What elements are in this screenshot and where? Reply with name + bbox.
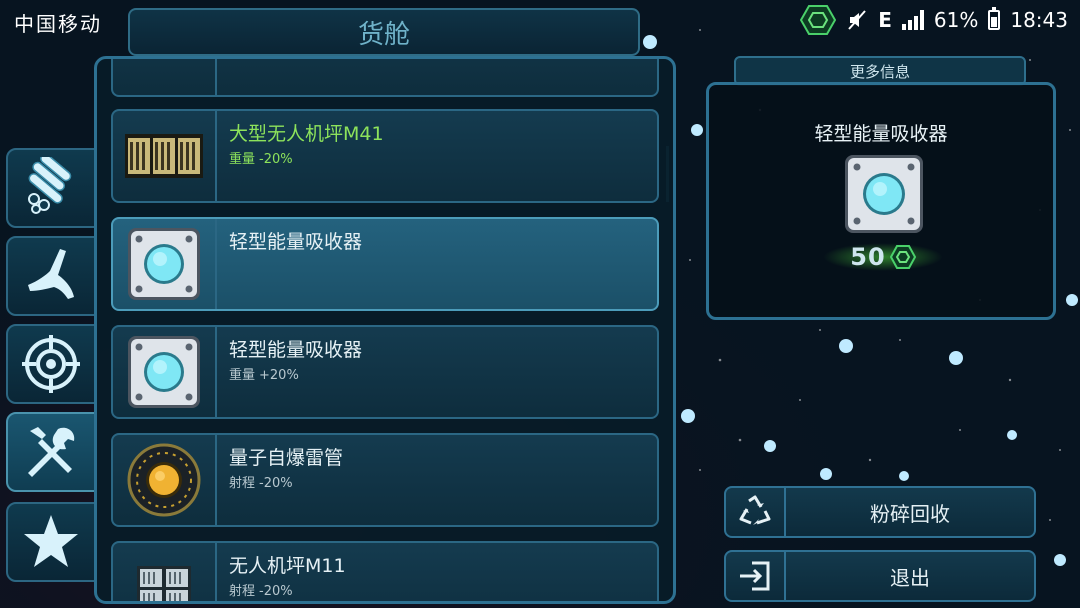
carrier-name: 中国移动 bbox=[14, 12, 102, 36]
crystal-hex-icon bbox=[800, 5, 837, 35]
item-stat: 重量 +20% bbox=[229, 368, 299, 383]
page-title: 货舱 bbox=[128, 8, 640, 56]
tab-favorites[interactable] bbox=[6, 502, 96, 582]
item-name: 无人机坪M11 bbox=[229, 555, 346, 577]
item-stat: 重量 -20% bbox=[229, 152, 293, 167]
drone-pad-icon bbox=[113, 543, 217, 601]
crystal-hex-icon bbox=[889, 245, 916, 269]
item-price: 50 bbox=[823, 237, 943, 277]
exit-label: 退出 bbox=[890, 565, 930, 590]
selected-item-name: 轻型能量吸收器 bbox=[814, 123, 948, 145]
network-type: E bbox=[878, 8, 892, 32]
inventory-item-partial[interactable] bbox=[111, 59, 659, 97]
item-name: 轻型能量吸收器 bbox=[229, 339, 363, 361]
price-value: 50 bbox=[850, 243, 886, 271]
quantum-detonator-icon bbox=[113, 435, 217, 525]
pipes-icon bbox=[28, 157, 72, 214]
item-name: 大型无人机坪M41 bbox=[229, 123, 384, 145]
exit-button[interactable]: 退出 bbox=[724, 550, 1036, 602]
signal-icon bbox=[901, 10, 924, 30]
tab-pipes[interactable] bbox=[6, 148, 96, 228]
battery-percent: 61% bbox=[933, 8, 979, 32]
claw-icon bbox=[28, 249, 74, 299]
item-icon bbox=[113, 59, 217, 95]
clock: 18:43 bbox=[1010, 8, 1068, 32]
energy-absorber-icon bbox=[845, 155, 923, 233]
item-name: 轻型能量吸收器 bbox=[229, 231, 363, 253]
tab-claw[interactable] bbox=[6, 236, 96, 316]
recycle-label: 粉碎回收 bbox=[870, 501, 950, 526]
inventory-item[interactable]: 轻型能量吸收器 重量 +20% bbox=[111, 325, 659, 419]
recycle-icon bbox=[726, 488, 786, 536]
energy-absorber-icon bbox=[113, 327, 217, 417]
inventory-panel: 大型无人机坪M41 重量 -20% 轻型能量吸收器 轻型能量吸收器 重量 +20… bbox=[94, 56, 676, 604]
inventory-item[interactable]: 大型无人机坪M41 重量 -20% bbox=[111, 109, 659, 203]
drone-pad-large-icon bbox=[113, 111, 217, 201]
item-stat: 射程 -20% bbox=[229, 476, 293, 491]
mute-icon bbox=[848, 10, 866, 30]
exit-icon bbox=[726, 552, 786, 600]
star-icon bbox=[24, 515, 78, 567]
tab-tools[interactable] bbox=[6, 412, 96, 492]
inventory-item[interactable]: 无人机坪M11 射程 -20% bbox=[111, 541, 659, 601]
item-name: 量子自爆雷管 bbox=[229, 447, 344, 469]
tools-icon bbox=[28, 427, 75, 477]
inventory-item[interactable]: 量子自爆雷管 射程 -20% bbox=[111, 433, 659, 527]
energy-absorber-icon bbox=[113, 219, 217, 309]
tab-targeting[interactable] bbox=[6, 324, 96, 404]
inventory-item-selected[interactable]: 轻型能量吸收器 bbox=[111, 217, 659, 311]
target-icon bbox=[22, 335, 80, 393]
battery-icon bbox=[988, 7, 1001, 30]
recycle-button[interactable]: 粉碎回收 bbox=[724, 486, 1036, 538]
more-info-panel: 轻型能量吸收器 50 bbox=[706, 82, 1056, 320]
item-stat: 射程 -20% bbox=[229, 584, 293, 599]
